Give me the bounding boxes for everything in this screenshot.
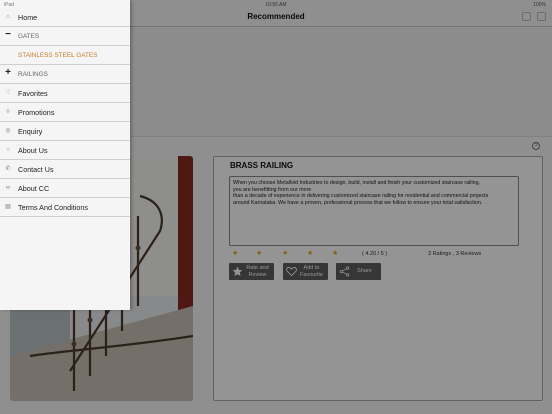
document-icon: ▤ (5, 204, 11, 210)
menu-item-label: Enquiry (18, 127, 43, 136)
menu-item-label: Contact Us (18, 165, 54, 174)
menu-item-label: Terms And Conditions (18, 203, 88, 212)
menu-item-favorites[interactable]: ♡ Favorites (0, 84, 130, 103)
plus-icon: + (5, 67, 11, 78)
menu-item-about-cc[interactable]: ∞ About CC (0, 179, 130, 198)
menu-item-label: Promotions (18, 108, 55, 117)
info-icon: ○ (6, 147, 10, 153)
home-icon: ⌂ (6, 14, 10, 20)
enquiry-icon: ◎ (5, 128, 11, 134)
link-icon: ∞ (5, 185, 11, 191)
menu-item-about-us[interactable]: ○ About Us (0, 141, 130, 160)
heart-icon: ♡ (5, 90, 11, 96)
minus-icon: − (5, 29, 11, 40)
menu-section-railings[interactable]: + RAILINGS (0, 65, 130, 84)
menu-item-terms[interactable]: ▤ Terms And Conditions (0, 198, 130, 217)
menu-list: ⌂ Home − GATES STAINLESS STEEL GATES + R… (0, 8, 130, 217)
menu-item-label: RAILINGS (18, 71, 48, 78)
menu-item-label: GATES (18, 33, 40, 40)
bell-icon: ◊ (6, 109, 10, 115)
menu-item-label: About Us (18, 146, 48, 155)
phone-icon: ✆ (5, 166, 11, 172)
menu-item-stainless-steel-gates[interactable]: STAINLESS STEEL GATES (0, 46, 130, 65)
menu-item-label: Home (18, 13, 38, 22)
menu-item-label: STAINLESS STEEL GATES (18, 52, 98, 59)
menu-section-gates[interactable]: − GATES (0, 27, 130, 46)
menu-item-contact-us[interactable]: ✆ Contact Us (0, 160, 130, 179)
menu-item-promotions[interactable]: ◊ Promotions (0, 103, 130, 122)
menu-item-label: About CC (18, 184, 50, 193)
menu-item-enquiry[interactable]: ◎ Enquiry (0, 122, 130, 141)
menu-item-home[interactable]: ⌂ Home (0, 8, 130, 27)
menu-item-label: Favorites (18, 89, 48, 98)
side-menu: iPad ⌂ Home − GATES STAINLESS STEEL GATE… (0, 0, 130, 310)
